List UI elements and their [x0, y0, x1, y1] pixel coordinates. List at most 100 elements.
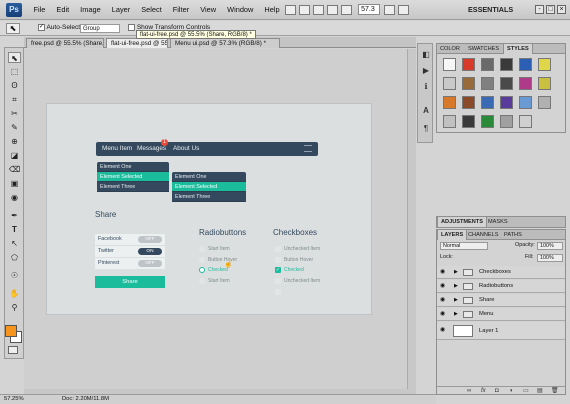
tab-free-psd[interactable]: free.psd @ 55.5% (Share, RGB/8) × [26, 38, 104, 48]
dropdown-item-selected[interactable]: Element Selected [172, 182, 246, 192]
style-swatch[interactable] [443, 115, 456, 128]
foreground-color-swatch[interactable] [5, 325, 17, 337]
mock-nav-messages[interactable]: Messages [137, 145, 166, 152]
history-icon[interactable]: ◧ [421, 50, 431, 59]
tab-layers[interactable]: LAYERS [437, 230, 468, 240]
tab-masks[interactable]: MASKS [485, 217, 511, 227]
add-mask-icon[interactable]: ◘ [495, 387, 499, 395]
menu-select[interactable]: Select [136, 5, 168, 14]
vertical-scrollbar[interactable] [407, 49, 416, 389]
3d-rotate-tool-icon[interactable]: ☉ [8, 270, 21, 281]
zoom-tool-icon[interactable]: ⚲ [8, 302, 21, 313]
checkbox-item[interactable]: Unchecked Item [275, 245, 320, 253]
dropdown-item[interactable]: Element One [97, 162, 169, 172]
menu-layer[interactable]: Layer [106, 5, 136, 14]
brush-tool-icon[interactable]: ◪ [8, 150, 21, 161]
new-layer-icon[interactable]: ▤ [537, 387, 543, 395]
style-swatch[interactable] [443, 58, 456, 71]
eyedropper-tool-icon[interactable]: ✎ [8, 122, 21, 133]
style-swatch[interactable] [519, 58, 532, 71]
crop-tool-icon[interactable]: ✂ [8, 108, 21, 119]
trash-icon[interactable]: 🗑 [551, 387, 559, 395]
opacity-field[interactable]: 100% [537, 242, 563, 250]
menu-help[interactable]: Help [259, 5, 285, 14]
arrange-documents-icon[interactable] [384, 4, 396, 15]
dropdown-item[interactable]: Element Three [172, 192, 246, 202]
menu-image[interactable]: Image [75, 5, 107, 14]
style-swatch[interactable] [500, 96, 513, 109]
expand-arrow-icon[interactable]: ▶ [454, 280, 458, 293]
tab-swatches[interactable]: SWATCHES [465, 44, 502, 54]
checkbox-item[interactable]: Unchecked Item [275, 277, 320, 285]
shape-tool-icon[interactable]: ⬠ [8, 252, 21, 263]
zoom-level-field[interactable]: 57.3 [358, 4, 381, 15]
extras-icon[interactable] [313, 4, 325, 15]
eye-icon[interactable]: ◉ [440, 297, 445, 304]
style-swatch[interactable] [519, 115, 532, 128]
tab-paths[interactable]: PATHS [501, 230, 525, 240]
mock-navbar[interactable]: Menu Item Messages About Us [96, 142, 318, 156]
menu-filter[interactable]: Filter [167, 5, 194, 14]
radio-item[interactable]: Start Item [199, 245, 230, 253]
info-icon[interactable]: ℹ [421, 82, 431, 91]
layer-row-share[interactable]: ◉ ▶ Share [437, 294, 565, 307]
layer-row-layer-1[interactable]: ◉ Layer 1 [437, 322, 565, 340]
menu-window[interactable]: Window [222, 5, 259, 14]
mock-nav-menu-item[interactable]: Menu Item [102, 145, 132, 152]
bridge-icon[interactable] [285, 4, 297, 15]
quick-select-tool-icon[interactable]: ⌗ [8, 94, 21, 105]
healing-brush-tool-icon[interactable]: ⊕ [8, 136, 21, 147]
radio-item[interactable]: Start Item [199, 277, 230, 285]
paragraph-icon[interactable]: ¶ [421, 124, 431, 133]
close-button[interactable]: × [557, 5, 566, 14]
style-swatch[interactable] [462, 115, 475, 128]
quick-mask-icon[interactable] [8, 346, 18, 354]
move-tool-preset-icon[interactable]: ⬉ [6, 23, 20, 34]
facebook-toggle[interactable]: OFF [138, 236, 162, 243]
fill-field[interactable]: 100% [537, 254, 563, 262]
maximize-button[interactable]: □ [546, 5, 555, 14]
eye-icon[interactable]: ◉ [440, 311, 445, 318]
eye-icon[interactable]: ◉ [440, 269, 445, 276]
expand-arrow-icon[interactable]: ▶ [454, 266, 458, 279]
character-icon[interactable]: A [421, 106, 431, 115]
style-swatch[interactable] [481, 77, 494, 90]
tab-channels[interactable]: CHANNELS [465, 230, 501, 240]
mock-nav-about[interactable]: About Us [173, 145, 199, 152]
dropdown-item-selected[interactable]: Element Selected [97, 172, 169, 182]
eye-icon[interactable]: ◉ [440, 283, 445, 290]
pinterest-toggle[interactable]: OFF [138, 260, 162, 267]
link-layers-icon[interactable]: ∞ [467, 387, 471, 395]
expand-arrow-icon[interactable]: ▶ [454, 308, 458, 321]
expand-arrow-icon[interactable]: ▶ [454, 294, 458, 307]
type-tool-icon[interactable]: T [8, 224, 21, 235]
style-swatch[interactable] [443, 77, 456, 90]
pen-tool-icon[interactable]: ✒ [8, 210, 21, 221]
tab-color[interactable]: COLOR [437, 44, 463, 54]
share-button[interactable]: Share [95, 276, 165, 288]
adjustment-layer-icon[interactable]: ◑ [509, 387, 513, 395]
eye-icon[interactable]: ◉ [440, 327, 445, 334]
zoom-icon[interactable] [341, 4, 353, 15]
menu-edit[interactable]: Edit [51, 5, 75, 14]
style-swatch[interactable] [481, 58, 494, 71]
menu-view[interactable]: View [195, 5, 222, 14]
gradient-tool-icon[interactable]: ▣ [8, 178, 21, 189]
eraser-tool-icon[interactable]: ⌫ [8, 164, 21, 175]
fx-icon[interactable]: fx [481, 387, 486, 395]
checkbox-item[interactable] [275, 288, 284, 296]
tab-styles[interactable]: STYLES [503, 44, 533, 54]
path-selection-tool-icon[interactable]: ↖ [8, 238, 21, 249]
new-group-icon[interactable]: ▭ [523, 387, 529, 395]
hand-icon[interactable] [327, 4, 339, 15]
lasso-tool-icon[interactable]: ʘ [8, 80, 21, 91]
style-swatch[interactable] [500, 77, 513, 90]
hand-tool-icon[interactable]: ✋ [8, 288, 21, 299]
style-swatch[interactable] [462, 77, 475, 90]
checkbox-item-hover[interactable]: Button Hover [275, 256, 313, 264]
tab-adjustments[interactable]: ADJUSTMENTS [437, 217, 487, 227]
actions-icon[interactable]: ▶ [421, 66, 431, 75]
style-swatch[interactable] [500, 115, 513, 128]
style-swatch[interactable] [538, 58, 551, 71]
style-swatch[interactable] [519, 77, 532, 90]
